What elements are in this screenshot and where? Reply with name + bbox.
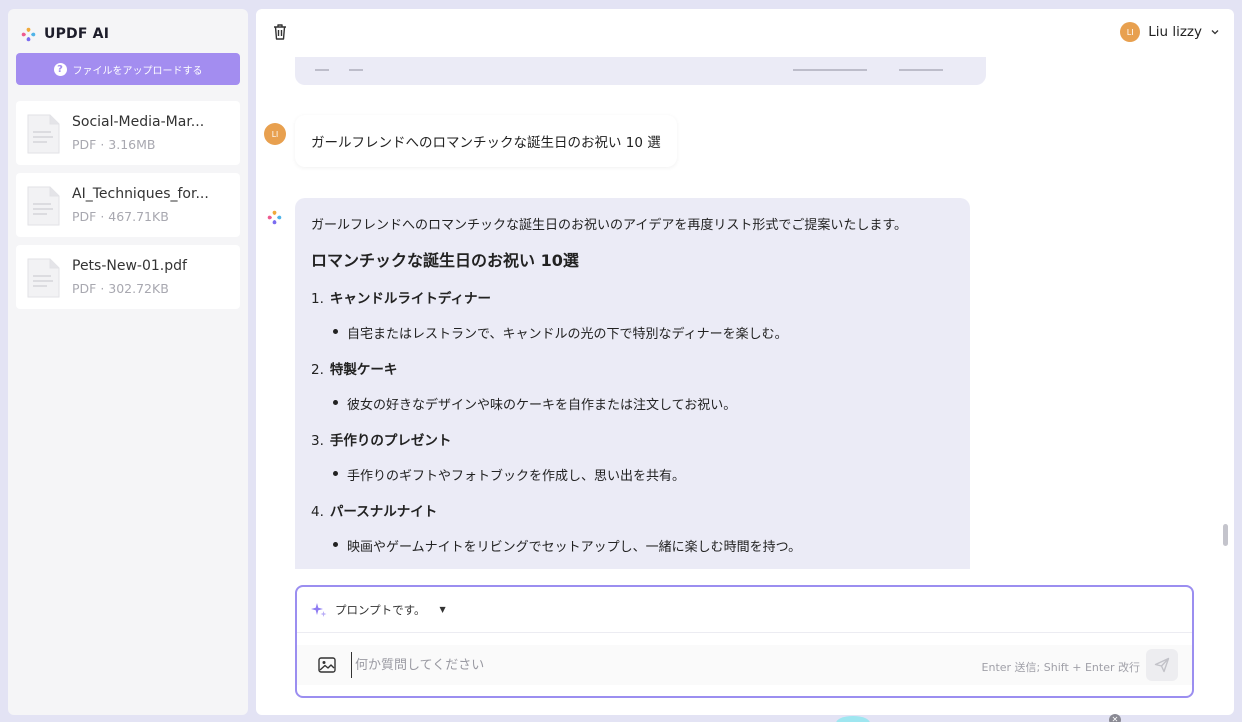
user-avatar: LI [264,123,286,145]
item-title-text: パースナルナイト [329,504,438,520]
item-number: 1. [311,291,324,307]
file-meta: PDF · 302.72KB [72,281,169,296]
item-detail: 映画やゲームナイトをリビングでセットアップし、一緒に楽しむ時間を持つ。 [311,536,954,555]
file-item[interactable]: Social-Media-Mar... PDF · 3.16MB [16,101,240,165]
list-item: 1. キャンドルライトディナー 自宅またはレストランで、キャンドルの光の下で特別な… [311,287,954,342]
user-message: ガールフレンドへのロマンチックな誕生日のお祝い 10 選 [295,115,677,167]
ai-intro: ガールフレンドへのロマンチックな誕生日のお祝いのアイデアを再度リスト形式でご提案… [311,218,908,233]
prompt-mode-label: プロンプトです。 [335,602,426,617]
item-title: 4. パースナルナイト [311,500,954,520]
item-title: 3. 手作りのプレゼント [311,429,954,449]
floating-assistant-icon[interactable] [836,716,870,722]
previous-ai-message [295,57,986,85]
ai-heading: ロマンチックな誕生日のお祝い 10選 [311,251,579,270]
item-detail: 手作りのギフトやフォトブックを作成し、思い出を共有。 [311,465,954,484]
item-number: 2. [311,362,324,378]
file-item[interactable]: AI_Techniques_for... PDF · 467.71KB [16,173,240,237]
item-title: 2. 特製ケーキ [311,358,954,378]
user-menu[interactable]: LI Liu lizzy [1120,22,1220,42]
file-name: Social-Media-Mar... [72,114,205,130]
list-item: 4. パースナルナイト 映画やゲームナイトをリビングでセットアップし、一緒に楽しむ… [311,500,954,555]
document-icon [27,186,60,226]
send-icon [1154,657,1170,673]
updf-ai-icon [267,210,282,225]
question-icon: ? [53,62,67,76]
input-row: Enter 送信; Shift + Enter 改行 [297,645,1192,685]
item-title-text: キャンドルライトディナー [329,291,491,307]
file-meta: PDF · 467.71KB [72,209,169,224]
file-item[interactable]: Pets-New-01.pdf PDF · 302.72KB [16,245,240,309]
upload-file-button[interactable]: ? ファイルをアップロードする [16,53,240,85]
chat-messages[interactable]: LI ガールフレンドへのロマンチックな誕生日のお祝い 10 選 ガールフレンドへ… [256,57,1234,569]
list-item: 3. 手作りのプレゼント 手作りのギフトやフォトブックを作成し、思い出を共有。 [311,429,954,484]
updf-logo-icon [21,27,36,41]
item-detail-text: 映画やゲームナイトをリビングでセットアップし、一緒に楽しむ時間を持つ。 [347,540,802,555]
shortcut-hint: Enter 送信; Shift + Enter 改行 [981,661,1140,674]
message-input[interactable] [351,652,911,678]
file-name: Pets-New-01.pdf [72,258,187,274]
send-button[interactable] [1146,649,1178,681]
item-number: 4. [311,504,324,520]
ai-response: ガールフレンドへのロマンチックな誕生日のお祝いのアイデアを再度リスト形式でご提案… [295,198,970,569]
caret-down-icon: ▼ [439,605,446,614]
app-name: UPDF AI [44,26,110,42]
scrollbar-thumb[interactable] [1223,524,1228,546]
item-detail: 彼女の好きなデザインや味のケーキを自作または注文してお祝い。 [311,394,954,413]
brand: UPDF AI [20,23,109,45]
trash-icon[interactable] [272,23,288,41]
item-title: 1. キャンドルライトディナー [311,287,954,307]
sparkle-icon [311,602,327,617]
close-icon[interactable]: ✕ [1109,714,1121,722]
image-upload-icon[interactable] [318,657,336,673]
prompt-box: プロンプトです。 ▼ Enter 送信; Shift + Enter 改行 [295,585,1194,698]
item-detail-text: 手作りのギフトやフォトブックを作成し、思い出を共有。 [347,469,686,484]
item-detail-text: 彼女の好きなデザインや味のケーキを自作または注文してお祝い。 [347,398,737,413]
message-actions [315,61,955,73]
sidebar: UPDF AI ? ファイルをアップロードする Social-Media-Mar… [8,9,248,715]
item-detail-text: 自宅またはレストランで、キャンドルの光の下で特別なディナーを楽しむ。 [347,327,788,342]
item-number: 3. [311,433,324,449]
document-icon [27,114,60,154]
upload-file-label: ファイルをアップロードする [72,65,203,77]
item-detail: 自宅またはレストランで、キャンドルの光の下で特別なディナーを楽しむ。 [311,323,954,342]
prompt-selector[interactable]: プロンプトです。 ▼ [297,587,1192,633]
chat-panel: LI Liu lizzy LI ガールフレンドへのロマンチックな誕生日のお祝い … [256,9,1234,715]
user-name: Liu lizzy [1148,24,1202,40]
file-name: AI_Techniques_for... [72,186,209,202]
avatar: LI [1120,22,1141,42]
document-icon [27,258,60,298]
list-item: 2. 特製ケーキ 彼女の好きなデザインや味のケーキを自作または注文してお祝い。 [311,358,954,413]
chevron-down-icon [1211,30,1219,35]
item-title-text: 手作りのプレゼント [329,433,452,449]
file-meta: PDF · 3.16MB [72,137,156,152]
item-title-text: 特製ケーキ [329,362,398,378]
